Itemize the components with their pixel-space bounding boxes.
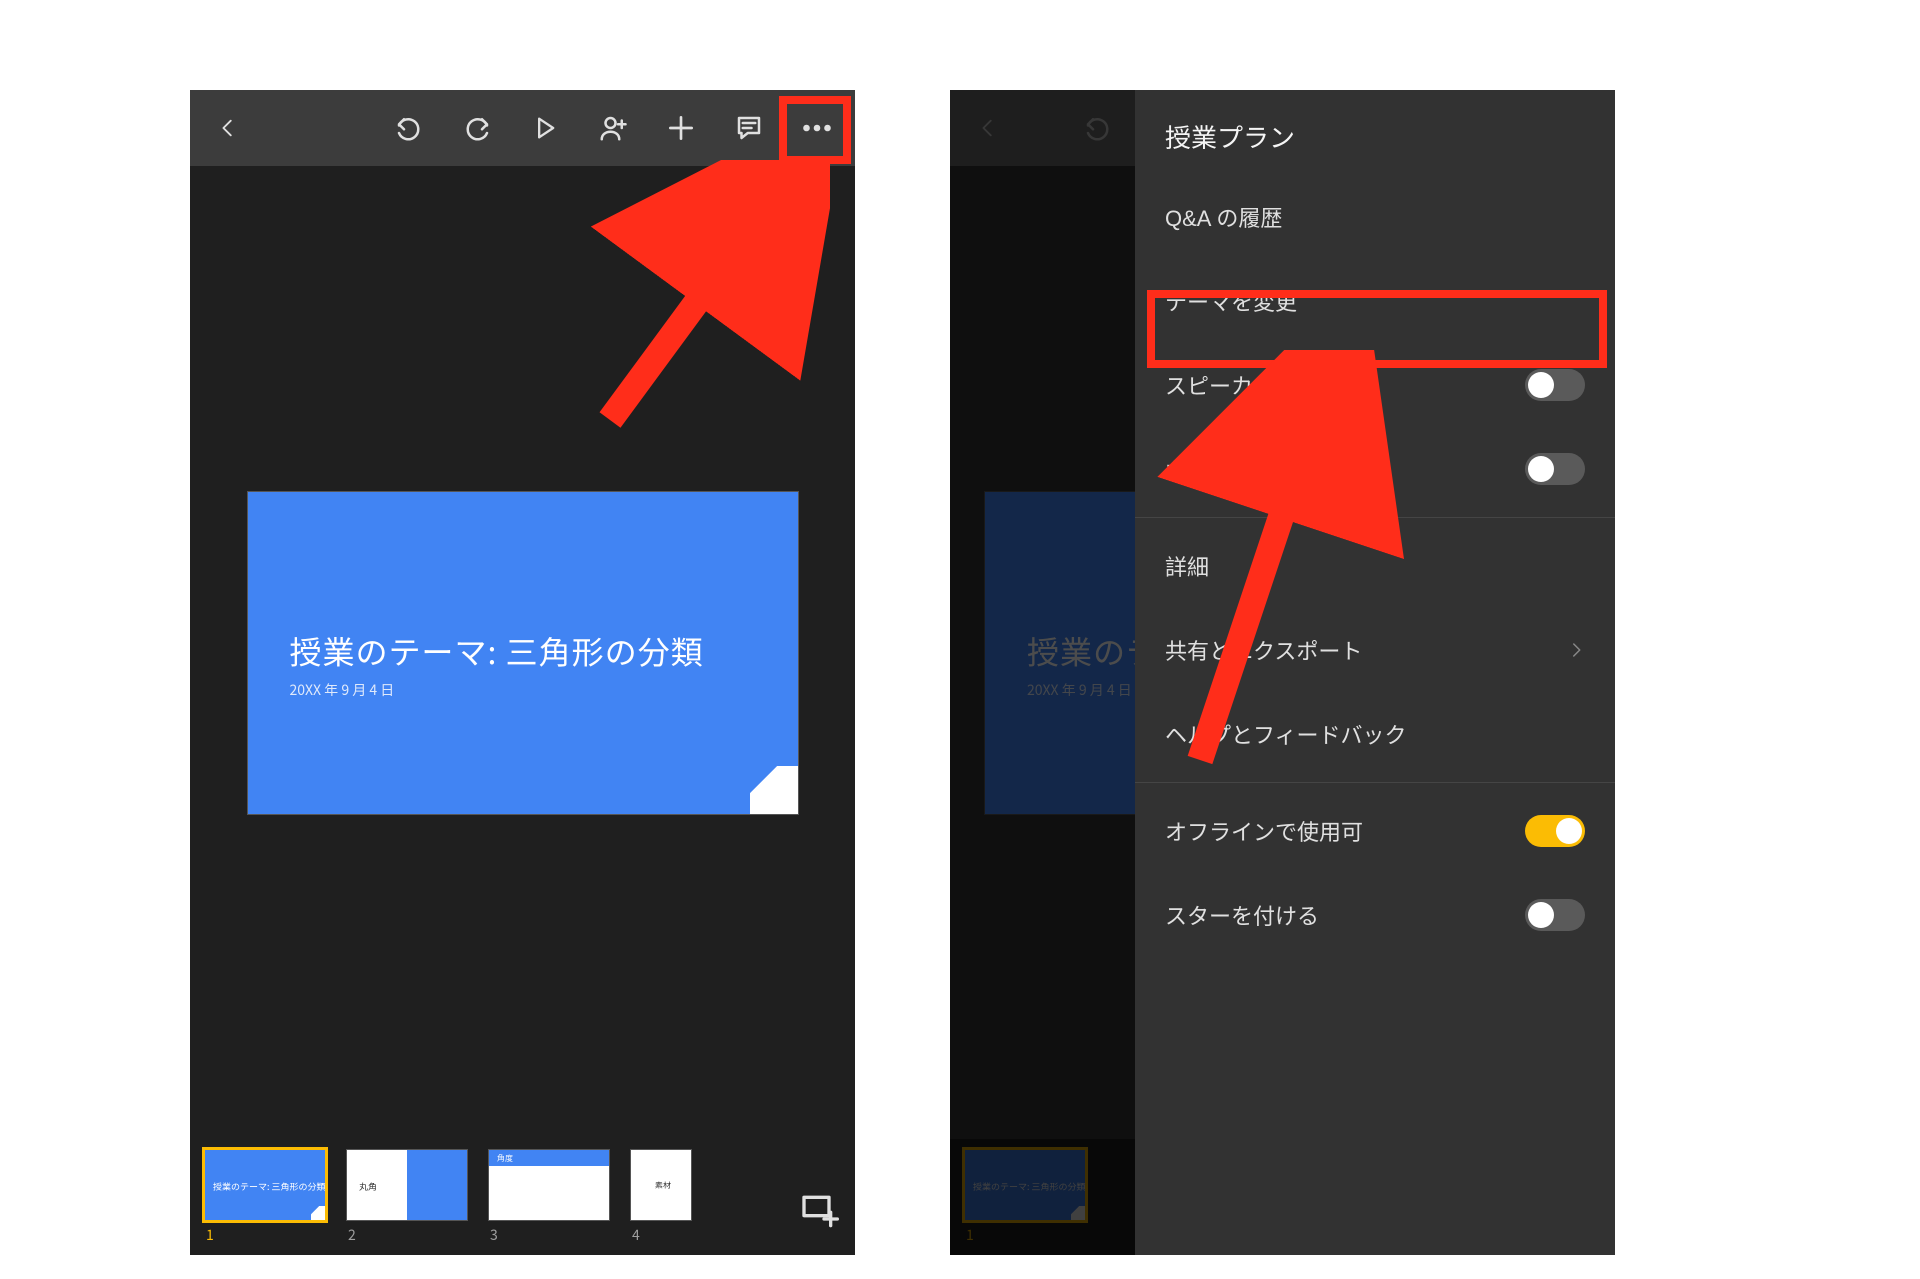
back-arrow-icon	[217, 117, 239, 139]
comment-icon	[734, 113, 764, 143]
slide-canvas[interactable]: 授業のテーマ: 三角形の分類 20XX 年 9 月 4 日	[247, 491, 799, 815]
redo-icon	[462, 113, 492, 143]
slide-title[interactable]: 授業のテーマ: 三角形の分類	[290, 628, 704, 674]
thumbnail-item[interactable]: 素材 4	[630, 1149, 692, 1245]
menu-item-star[interactable]: スターを付ける	[1135, 873, 1615, 957]
more-options-button[interactable]	[789, 100, 845, 156]
menu-item-show-guides[interactable]: ガイドを表示	[1135, 427, 1615, 511]
menu-separator	[1135, 782, 1615, 783]
menu-item-label: オフラインで使用可	[1165, 815, 1363, 847]
menu-item-offline-available[interactable]: オフラインで使用可	[1135, 789, 1615, 873]
present-button[interactable]	[517, 100, 573, 156]
thumbnail-strip[interactable]: 授業のテーマ: 三角形の分類 1 丸角 2 角度 3 素材 4	[190, 1139, 855, 1255]
menu-separator	[1135, 517, 1615, 518]
chevron-right-icon	[1567, 641, 1585, 659]
add-person-button[interactable]	[585, 100, 641, 156]
toolbar	[190, 90, 855, 166]
toggle-speaker-notes[interactable]	[1525, 369, 1585, 401]
toggle-offline[interactable]	[1525, 815, 1585, 847]
insert-button[interactable]	[653, 100, 709, 156]
thumbnail-number: 2	[346, 1225, 468, 1245]
overflow-menu-panel: 授業プラン Q&A の履歴 テーマを変更 スピーカー ノート ガイドを表示 詳細…	[1135, 90, 1615, 1255]
more-horizontal-icon	[799, 110, 835, 146]
thumbnail-preview[interactable]: 丸角	[346, 1149, 468, 1221]
menu-item-label: ガイドを表示	[1165, 453, 1297, 485]
menu-item-share-export[interactable]: 共有とエクスポート	[1135, 608, 1615, 692]
menu-item-label: Q&A の履歴	[1165, 201, 1282, 233]
undo-button[interactable]	[381, 100, 437, 156]
comment-button[interactable]	[721, 100, 777, 156]
thumbnail-item[interactable]: 角度 3	[488, 1149, 610, 1245]
menu-item-speaker-notes[interactable]: スピーカー ノート	[1135, 343, 1615, 427]
thumbnail-item[interactable]: 丸角 2	[346, 1149, 468, 1245]
thumbnail-preview[interactable]: 素材	[630, 1149, 692, 1221]
toggle-star[interactable]	[1525, 899, 1585, 931]
slide-date[interactable]: 20XX 年 9 月 4 日	[290, 680, 395, 700]
menu-item-label: ヘルプとフィードバック	[1165, 718, 1407, 750]
thumbnail-number: 1	[204, 1225, 326, 1245]
new-slide-icon	[799, 1189, 839, 1229]
undo-icon	[394, 113, 424, 143]
phone-screenshot-right: 授業のテーマ: 三角形の分類 20XX 年 9 月 4 日 授業のテーマ: 三角…	[950, 90, 1615, 1255]
thumbnail-preview[interactable]: 授業のテーマ: 三角形の分類	[204, 1149, 326, 1221]
menu-item-label: 共有とエクスポート	[1165, 634, 1362, 666]
menu-item-label: スターを付ける	[1165, 899, 1319, 931]
thumbnail-item[interactable]: 授業のテーマ: 三角形の分類 1	[204, 1149, 326, 1245]
menu-item-label: 詳細	[1165, 550, 1209, 582]
thumbnail-preview[interactable]: 角度	[488, 1149, 610, 1221]
menu-item-help-feedback[interactable]: ヘルプとフィードバック	[1135, 692, 1615, 776]
phone-screenshot-left: 授業のテーマ: 三角形の分類 20XX 年 9 月 4 日 授業のテーマ: 三角…	[190, 90, 855, 1255]
back-button[interactable]	[200, 100, 256, 156]
plus-icon	[665, 112, 697, 144]
redo-button[interactable]	[449, 100, 505, 156]
menu-item-qa-history[interactable]: Q&A の履歴	[1135, 175, 1615, 259]
menu-item-label: テーマを変更	[1165, 285, 1297, 317]
slide-editor[interactable]: 授業のテーマ: 三角形の分類 20XX 年 9 月 4 日	[190, 166, 855, 1139]
play-icon	[531, 114, 559, 142]
menu-item-change-theme[interactable]: テーマを変更	[1135, 259, 1615, 343]
slide-corner-fold	[750, 766, 798, 814]
toggle-show-guides[interactable]	[1525, 453, 1585, 485]
menu-item-details[interactable]: 詳細	[1135, 524, 1615, 608]
person-add-icon	[598, 113, 628, 143]
thumbnail-number: 4	[630, 1225, 692, 1245]
new-slide-button[interactable]	[797, 1187, 841, 1231]
thumbnail-number: 3	[488, 1225, 610, 1245]
menu-title: 授業プラン	[1135, 108, 1615, 175]
menu-item-label: スピーカー ノート	[1165, 369, 1347, 401]
